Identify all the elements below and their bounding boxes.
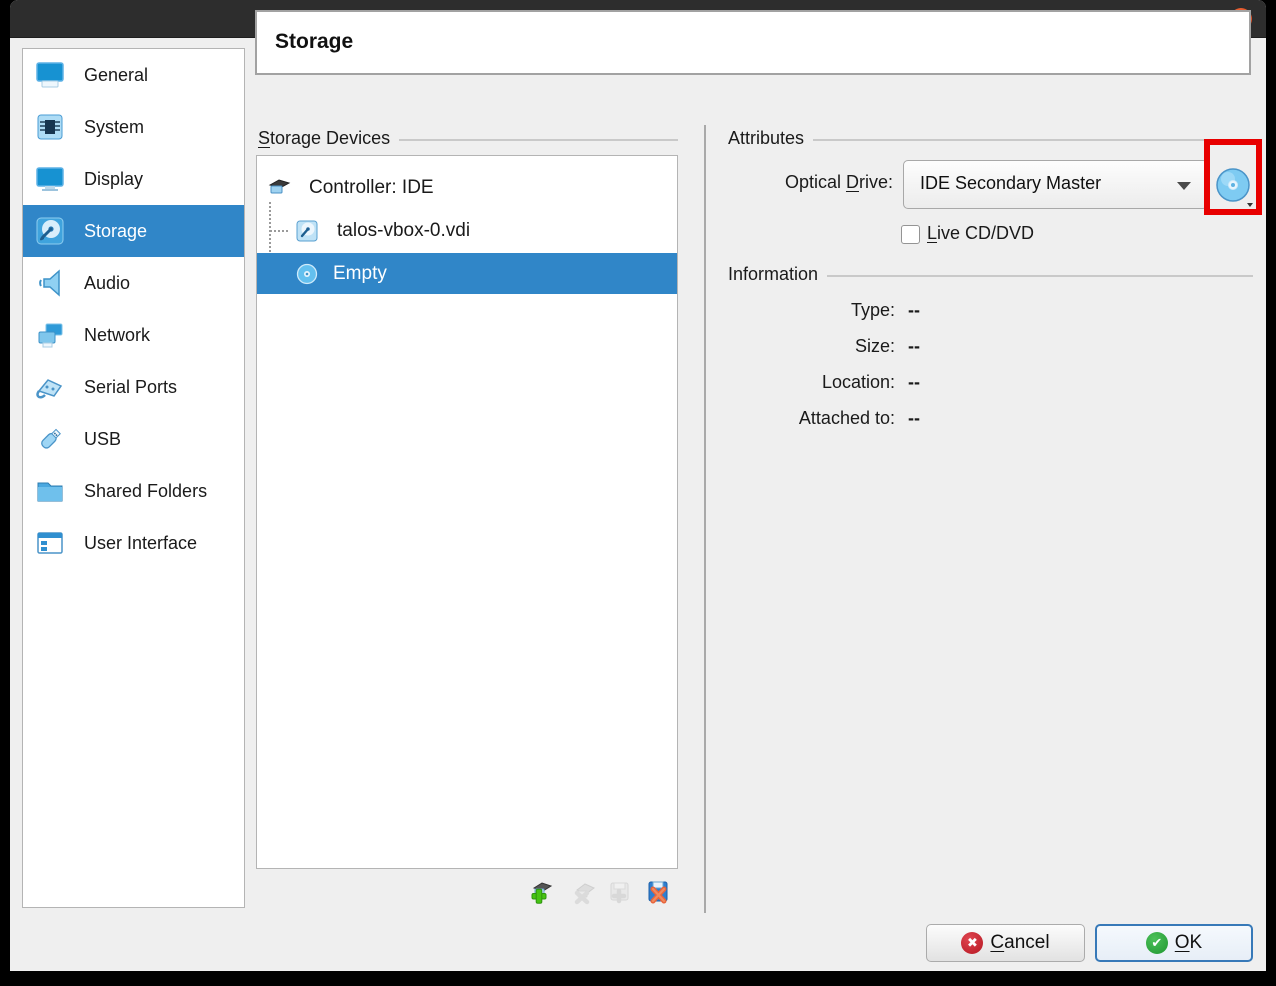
tree-row-label: Empty [333,263,387,285]
chevron-down-icon [1177,182,1191,190]
add-attachment-button [606,879,632,905]
screenshot-stage: talos-vbox-0 - Settings ✕ General System [0,0,1276,986]
section-divider [827,275,1253,277]
shared-folder-icon [34,475,66,507]
optical-drive-label: Optical Drive: [650,172,893,193]
sidebar-item-label: General [84,65,148,86]
sidebar-item-label: System [84,117,144,138]
page-header: Storage [255,10,1251,75]
sidebar-item-usb[interactable]: USB [23,413,244,465]
storage-devices-tree: Controller: IDE talos-vbox-0.vdi Empty [256,155,678,869]
information-section: Information [728,264,1253,285]
settings-category-list: General System Display Storage [22,48,245,908]
remove-controller-button [571,879,597,905]
system-chip-icon [34,111,66,143]
live-cd-checkbox[interactable] [901,225,920,244]
info-type-value: -- [908,300,920,321]
general-monitor-icon [34,59,66,91]
sidebar-item-user-interface[interactable]: User Interface [23,517,244,569]
storage-devices-section: Storage Devices [258,128,678,149]
add-controller-button[interactable] [528,879,554,905]
sidebar-item-display[interactable]: Display [23,153,244,205]
tree-row-hard-disk[interactable]: talos-vbox-0.vdi [257,211,677,251]
page-title: Storage [275,30,353,54]
info-size-value: -- [908,336,920,357]
hard-disk-icon [295,219,319,243]
ok-check-icon: ✔ [1146,932,1168,954]
choose-optical-disk-button[interactable] [1214,166,1260,208]
usb-plug-icon [34,423,66,455]
audio-speaker-icon [34,267,66,299]
ide-controller-icon [267,176,291,200]
section-divider [813,139,1253,141]
tree-row-controller-ide[interactable]: Controller: IDE [257,170,677,206]
sidebar-item-shared-folders[interactable]: Shared Folders [23,465,244,517]
sidebar-item-label: Storage [84,221,147,242]
info-type-label: Type: [650,300,895,321]
live-cd-label[interactable]: Live CD/DVD [927,223,1034,244]
sidebar-item-audio[interactable]: Audio [23,257,244,309]
sidebar-item-storage[interactable]: Storage [23,205,244,257]
section-divider [399,139,678,141]
cancel-x-icon: ✖ [961,932,983,954]
sidebar-item-label: Serial Ports [84,377,177,398]
sidebar-item-label: Shared Folders [84,481,207,502]
ok-button-label: OK [1175,932,1202,954]
cancel-button-label: Cancel [990,932,1049,954]
sidebar-item-serial-ports[interactable]: Serial Ports [23,361,244,413]
info-location-value: -- [908,372,920,393]
sidebar-item-label: Network [84,325,150,346]
sidebar-item-label: Audio [84,273,130,294]
sidebar-item-label: User Interface [84,533,197,554]
pane-splitter[interactable] [704,125,706,913]
information-label: Information [728,264,818,285]
sidebar-item-label: Display [84,169,143,190]
sidebar-item-system[interactable]: System [23,101,244,153]
optical-drive-select[interactable]: IDE Secondary Master [903,160,1208,209]
remove-attachment-button[interactable] [645,879,671,905]
optical-drive-selected-value: IDE Secondary Master [920,173,1101,194]
user-interface-window-icon [34,527,66,559]
tree-row-optical-empty[interactable]: Empty [257,253,677,294]
cancel-button[interactable]: ✖ Cancel [926,924,1085,962]
network-adapters-icon [34,319,66,351]
display-monitor-icon [34,163,66,195]
sidebar-item-label: USB [84,429,121,450]
info-attached-to-label: Attached to: [650,408,895,429]
storage-disk-icon [34,215,66,247]
optical-disc-icon [295,262,319,286]
storage-devices-label: Storage Devices [258,128,390,149]
info-location-label: Location: [650,372,895,393]
tree-row-label: Controller: IDE [309,177,434,199]
sidebar-item-general[interactable]: General [23,49,244,101]
serial-port-icon [34,371,66,403]
sidebar-item-network[interactable]: Network [23,309,244,361]
ok-button[interactable]: ✔ OK [1095,924,1253,962]
settings-dialog: talos-vbox-0 - Settings ✕ General System [10,0,1266,971]
attributes-label: Attributes [728,128,804,149]
tree-row-label: talos-vbox-0.vdi [337,220,470,242]
attributes-section: Attributes [728,128,1253,149]
info-size-label: Size: [650,336,895,357]
info-attached-to-value: -- [908,408,920,429]
